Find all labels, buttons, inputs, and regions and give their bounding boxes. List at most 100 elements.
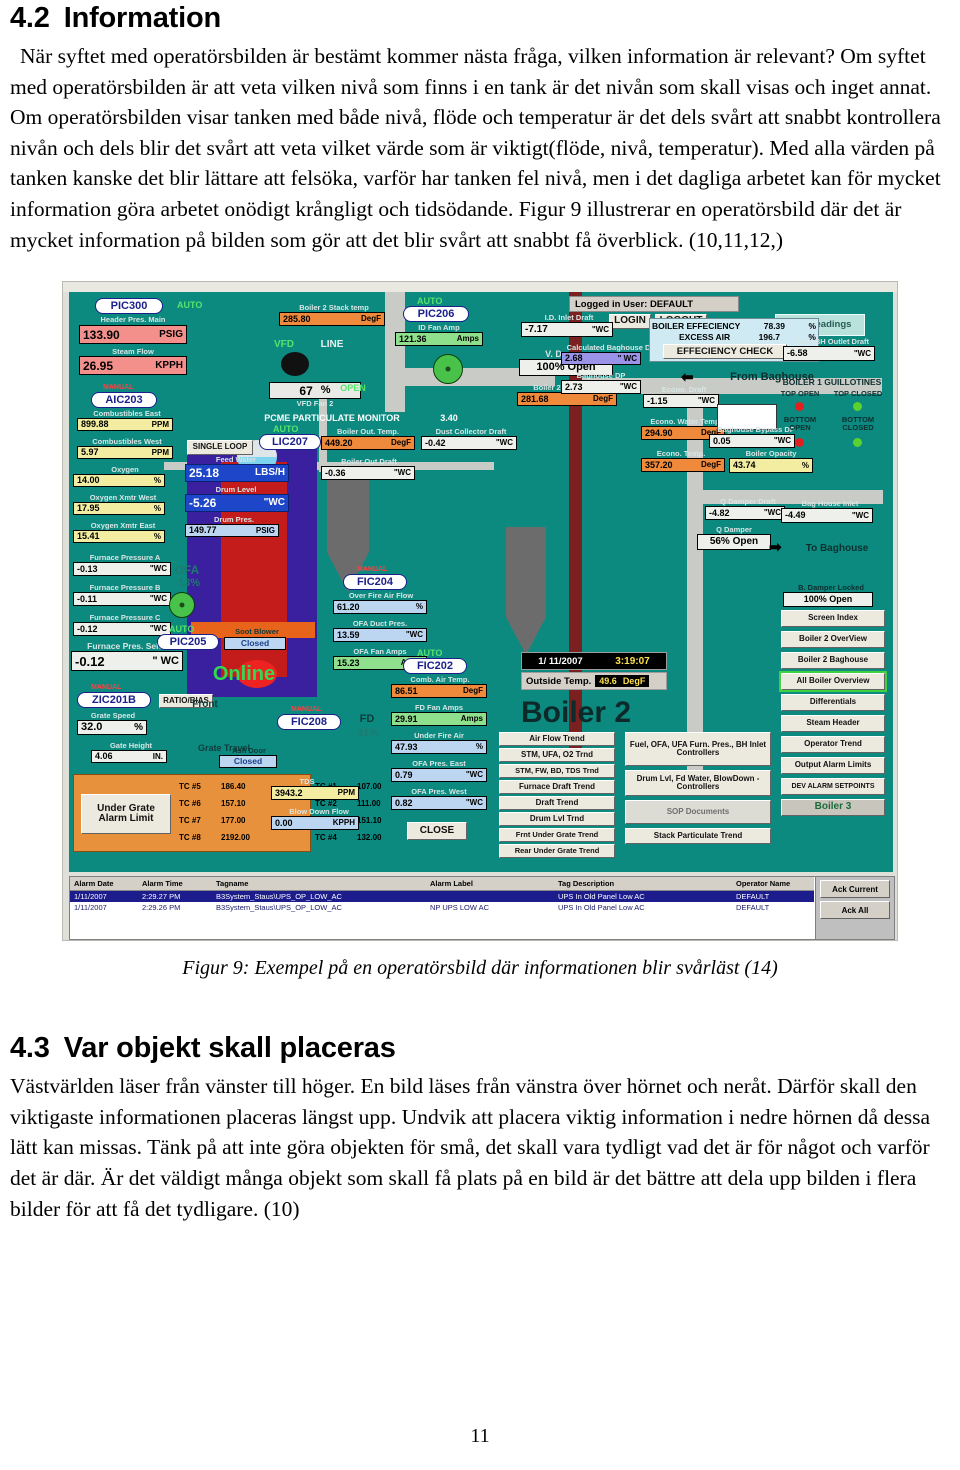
section-heading-4-3: 4.3 Var objekt skall placeras bbox=[10, 1032, 952, 1065]
readout-boiler2-id-inlet-tem: 281.68 DegF bbox=[517, 392, 617, 407]
tc1-value: 107.00 bbox=[357, 782, 382, 792]
section-title-4-3: Var objekt skall placeras bbox=[63, 1032, 396, 1065]
value-under-fire-air: 47.93 bbox=[395, 741, 418, 752]
section-number-4-3: 4.3 bbox=[10, 1032, 50, 1065]
efficiency-label: BOILER EFFECIENCY bbox=[652, 321, 741, 332]
single-loop-button[interactable]: SINGLE LOOP bbox=[187, 440, 253, 456]
login-button[interactable]: LOGIN bbox=[609, 314, 651, 330]
tc6-tag: TC #6 bbox=[179, 799, 201, 809]
fic208-mode: MANUAL bbox=[291, 706, 322, 714]
trend-button-draft[interactable]: Draft Trend bbox=[499, 796, 615, 811]
nav-button-dev-alarm-setpoints[interactable]: DEV ALARM SETPOINTS bbox=[781, 778, 885, 796]
label-oxygen-xmtr-west: Oxygen Xmtr West bbox=[89, 493, 157, 503]
efficiency-check-button[interactable]: EFFECIENCY CHECK bbox=[663, 344, 787, 360]
table-row[interactable]: 1/11/2007 2:29.26 PM B3System_Staus\UPS_… bbox=[70, 902, 814, 913]
readout-feed-water: 25.18 LBS/H bbox=[185, 464, 289, 483]
controller-button-fuel-ofa-ufa[interactable]: Fuel, OFA, UFA Furn. Pres., BH Inlet Con… bbox=[625, 732, 771, 767]
ack-current-button[interactable]: Ack Current bbox=[820, 880, 890, 899]
label-east-bh-outlet-draft: East BH Outlet Draft bbox=[796, 337, 870, 347]
label-bag-house-inlet: Bag House Inlet bbox=[801, 499, 859, 509]
table-row[interactable]: 1/11/2007 2:29.27 PM B3System_Staus\UPS_… bbox=[70, 890, 814, 903]
tag-fic202[interactable]: FIC202 bbox=[403, 658, 467, 675]
label-econo-draft: Econo. Draft bbox=[661, 385, 707, 395]
unit-oxygen: % bbox=[153, 475, 161, 485]
trend-button-stm-fw-bd-tds[interactable]: STM, FW, BD, TDS Trnd bbox=[499, 764, 615, 779]
outside-temp-value: 49.6 bbox=[599, 676, 617, 687]
tag-fic204[interactable]: FIC204 bbox=[343, 574, 407, 591]
trend-button-frnt-under-grate[interactable]: Frnt Under Grate Trend bbox=[499, 828, 615, 843]
nav-button-operator-trend[interactable]: Operator Trend bbox=[781, 736, 885, 754]
readout-oxygen-xmtr-east: 15.41 % bbox=[73, 530, 165, 544]
nav-button-steam-header[interactable]: Steam Header bbox=[781, 715, 885, 733]
tag-pic205[interactable]: PIC205 bbox=[157, 634, 219, 651]
trend-button-rear-under-grate[interactable]: Rear Under Grate Trend bbox=[499, 844, 615, 859]
trend-button-drum-lvl[interactable]: Drum Lvl Trnd bbox=[499, 812, 615, 827]
trend-button-air-flow[interactable]: Air Flow Trend bbox=[499, 732, 615, 747]
controller-button-sop-documents[interactable]: SOP Documents bbox=[625, 800, 771, 825]
nav-button-boiler-2-baghouse[interactable]: Boiler 2 Baghouse bbox=[781, 652, 885, 670]
close-button[interactable]: CLOSE bbox=[407, 822, 467, 841]
ack-all-button[interactable]: Ack All bbox=[820, 901, 890, 920]
logged-in-user-box: Logged in User: DEFAULT bbox=[569, 296, 739, 313]
unit-comb-air-temp: DegF bbox=[463, 686, 483, 696]
nav-button-boiler-2-overview[interactable]: Boiler 2 OverView bbox=[781, 631, 885, 649]
alarm-description: UPS In Old Panel Low AC bbox=[554, 890, 732, 903]
readout-combustibles-west: 5.97 PPM bbox=[77, 446, 173, 460]
nav-button-all-boiler-overview[interactable]: All Boiler Overview bbox=[779, 671, 887, 693]
unit-boiler2-stack-temp: DegF bbox=[361, 314, 381, 324]
pic205-mode: AUTO bbox=[169, 624, 195, 635]
tag-pic206[interactable]: PIC206 bbox=[403, 306, 469, 323]
value-drum-pres: 149.77 bbox=[189, 525, 217, 536]
unit-vfd-fan2: % bbox=[320, 384, 331, 397]
id-fan-icon bbox=[433, 354, 463, 385]
value-id-inlet-draft: -7.17 bbox=[525, 323, 548, 335]
dust-collector-right bbox=[506, 527, 546, 618]
label-ofa-pct: 13% bbox=[177, 577, 201, 590]
under-grate-alarm-limit-button[interactable]: Under Grate Alarm Limit bbox=[81, 794, 171, 835]
tc5-tag: TC #5 bbox=[179, 782, 201, 792]
nav-button-screen-index[interactable]: Screen Index bbox=[781, 610, 885, 628]
fic202-mode: AUTO bbox=[417, 648, 443, 659]
tag-fic208[interactable]: FIC208 bbox=[277, 714, 341, 731]
alarm-grid[interactable]: Alarm Date Alarm Time Tagname Alarm Labe… bbox=[69, 876, 895, 941]
nav-button-boiler-3[interactable]: Boiler 3 bbox=[781, 799, 885, 817]
value-combustibles-west: 5.97 bbox=[81, 447, 99, 458]
label-drum-pres: Drum Pres. bbox=[213, 515, 255, 525]
readout-oxygen-xmtr-west: 17.95 % bbox=[73, 502, 165, 516]
label-damper-locked: B. Damper Locked bbox=[798, 583, 864, 593]
controller-button-stack-particulate-trend[interactable]: Stack Particulate Trend bbox=[625, 828, 771, 845]
readout-blow-down-flow: 0.00 KPPH bbox=[271, 816, 359, 831]
guillotine-top-open-label: TOP OPEN bbox=[780, 389, 820, 399]
value-oxygen: 14.00 bbox=[77, 475, 100, 486]
unit-oxygen-xmtr-west: % bbox=[153, 503, 161, 513]
tag-lic207[interactable]: LIC207 bbox=[259, 434, 321, 451]
figure-caption: Figur 9: Exempel på en operatörsbild där… bbox=[182, 957, 778, 980]
value-soot-blower: Closed bbox=[240, 638, 270, 649]
trend-button-furnace-draft[interactable]: Furnace Draft Trend bbox=[499, 780, 615, 795]
nav-button-differentials[interactable]: Differentials bbox=[781, 694, 885, 712]
scada-screenshot: Logged in User: DEFAULT LOGIN LOGOUT Log… bbox=[62, 281, 898, 942]
tc8-tag: TC #8 bbox=[179, 833, 201, 843]
label-oxygen: Oxygen bbox=[111, 465, 139, 475]
value-oxygen-xmtr-east: 15.41 bbox=[77, 531, 100, 542]
value-vfd-fan2: 67 bbox=[299, 383, 313, 398]
tag-zic201b[interactable]: ZIC201B bbox=[77, 692, 151, 709]
label-furnace-pressure-b: Furnace Pressure B bbox=[89, 583, 161, 593]
alarm-col-operator: Operator Name bbox=[732, 877, 814, 892]
value-boiler-out-draft: -0.36 bbox=[325, 467, 346, 478]
tc6-value: 157.10 bbox=[221, 799, 246, 809]
logged-in-user-text: Logged in User: DEFAULT bbox=[575, 298, 694, 310]
tag-pic300[interactable]: PIC300 bbox=[95, 298, 163, 315]
unit-combustibles-east: PPM bbox=[151, 419, 169, 429]
value-baghouse-bypass-dp: 0.05 bbox=[713, 435, 731, 446]
efficiency-value: 78.39 bbox=[763, 321, 786, 332]
alarm-date: 1/11/2007 bbox=[74, 903, 107, 913]
readout-furnace-pres-select: -0.12 " WC bbox=[71, 651, 183, 672]
nav-button-output-alarm-limits[interactable]: Output Alarm Limits bbox=[781, 757, 885, 775]
trend-button-stm-ufa-o2[interactable]: STM, UFA, O2 Trnd bbox=[499, 748, 615, 763]
value-boiler-opacity: 43.74 bbox=[733, 460, 756, 471]
page-number: 11 bbox=[470, 1425, 490, 1447]
tag-aic203[interactable]: AIC203 bbox=[91, 392, 157, 409]
value-furnace-pressure-c: -0.12 bbox=[77, 623, 98, 634]
controller-button-drum-lvl-fd-water[interactable]: Drum Lvl, Fd Water, BlowDown - Controlle… bbox=[625, 770, 771, 797]
